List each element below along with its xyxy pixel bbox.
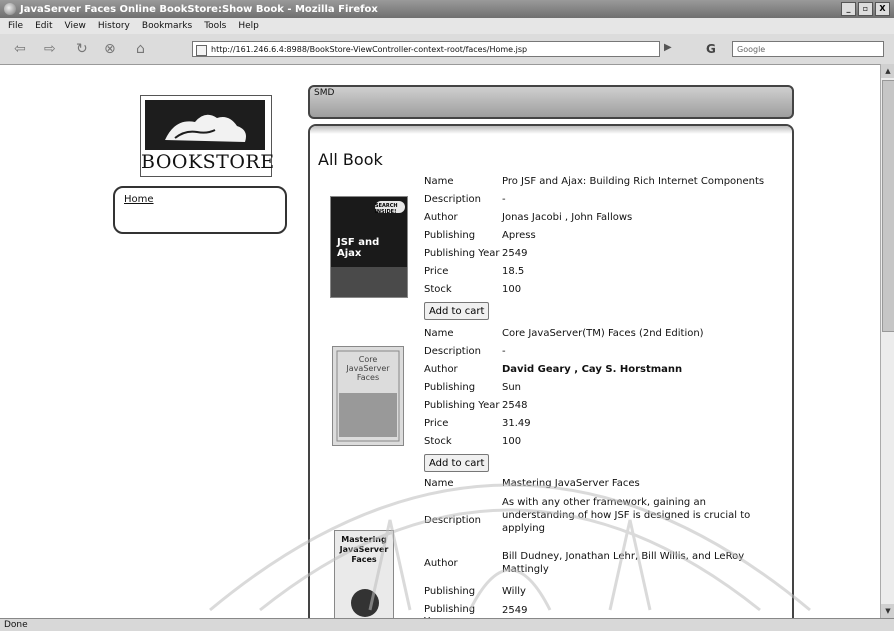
book-stock: 100 — [502, 436, 522, 447]
description-label: Description — [424, 346, 481, 357]
name-label: Name — [424, 176, 454, 187]
book-name: Core JavaServer(TM) Faces (2nd Edition) — [502, 328, 704, 339]
book-publishing-year: 2549 — [502, 248, 528, 259]
book-publishing-year: 2549 — [502, 605, 528, 616]
top-banner: SMD — [308, 85, 794, 119]
page-title: All Book — [318, 150, 383, 169]
go-icon[interactable]: ▶ — [664, 42, 678, 56]
book-list-panel: All Book SEARCH INSIDE! JSF and Ajax Nam… — [308, 124, 794, 620]
book-description: - — [502, 346, 506, 357]
book-stock: 100 — [502, 284, 522, 295]
publishing-label: Publishing — [424, 230, 476, 241]
forward-icon[interactable]: ⇨ — [44, 40, 56, 58]
home-icon[interactable]: ⌂ — [136, 40, 145, 58]
firefox-icon — [4, 3, 16, 15]
menu-file[interactable]: File — [8, 21, 23, 31]
window-titlebar: JavaServer Faces Online BookStore:Show B… — [0, 0, 894, 18]
stock-label: Stock — [424, 284, 452, 295]
window-controls: _ ▫ X — [841, 2, 890, 16]
url-text: http://161.246.6.4:8988/BookStore-ViewCo… — [211, 45, 528, 54]
book-publishing: Sun — [502, 382, 522, 393]
add-to-cart-button[interactable]: Add to cart — [424, 454, 490, 472]
add-to-cart-button[interactable]: Add to cart — [424, 302, 490, 320]
menu-help[interactable]: Help — [238, 21, 259, 31]
bookstore-logo: BOOKSTORE — [140, 95, 275, 177]
book-cover-image: Core JavaServer Faces — [332, 346, 404, 446]
publishing-label: Publishing — [424, 382, 476, 393]
cover-title: JSF and Ajax — [337, 237, 380, 259]
book-details: Name Pro JSF and Ajax: Building Rich Inte… — [424, 174, 764, 320]
author-label: Author — [424, 212, 458, 223]
menu-tools[interactable]: Tools — [204, 21, 226, 31]
search-engine-icon[interactable]: G — [706, 42, 716, 56]
publishing-year-label: Publishing Year — [424, 400, 500, 411]
book-description: As with any other framework, gaining an … — [502, 497, 751, 534]
scroll-thumb[interactable] — [882, 80, 894, 332]
cover-title: Core JavaServer Faces — [346, 355, 390, 382]
banner-label: SMD — [314, 88, 335, 98]
book-publishing-year: 2548 — [502, 400, 528, 411]
book-price: 31.49 — [502, 418, 531, 429]
book-cover-image: SEARCH INSIDE! JSF and Ajax — [330, 196, 408, 298]
stop-icon[interactable]: ⊗ — [104, 40, 116, 58]
menu-history[interactable]: History — [98, 21, 130, 31]
cover-badge: SEARCH INSIDE! — [375, 203, 398, 215]
book-author: Jonas Jacobi , John Fallows — [502, 212, 633, 223]
minimize-button[interactable]: _ — [841, 2, 856, 16]
menu-view[interactable]: View — [65, 21, 86, 31]
book-publishing: Apress — [502, 230, 536, 241]
book-name: Mastering JavaServer Faces — [502, 478, 640, 489]
window-title: JavaServer Faces Online BookStore:Show B… — [20, 3, 378, 15]
lion-logo-icon — [145, 100, 265, 150]
scroll-up-icon[interactable]: ▲ — [881, 64, 894, 78]
status-text: Done — [4, 620, 28, 630]
book-price: 18.5 — [502, 266, 525, 277]
book-details: Name Core JavaServer(TM) Faces (2nd Editi… — [424, 326, 704, 472]
maximize-button[interactable]: ▫ — [858, 2, 873, 16]
logo-text: BOOKSTORE — [141, 151, 275, 173]
description-label: Description — [424, 515, 481, 526]
menu-bookmarks[interactable]: Bookmarks — [142, 21, 192, 31]
publishing-label: Publishing — [424, 586, 476, 597]
menu-edit[interactable]: Edit — [35, 21, 52, 31]
page-icon — [196, 45, 207, 56]
publishing-year-label: Publishing Year — [424, 248, 500, 259]
url-input[interactable]: http://161.246.6.4:8988/BookStore-ViewCo… — [192, 41, 660, 57]
panel-header-strip — [310, 126, 792, 134]
scroll-down-icon[interactable]: ▼ — [881, 604, 894, 618]
reload-icon[interactable]: ↻ — [76, 40, 88, 58]
book-author: Bill Dudney, Jonathan Lehr, Bill Willis,… — [502, 551, 745, 575]
book-name: Pro JSF and Ajax: Building Rich Internet… — [502, 176, 765, 187]
vertical-scrollbar[interactable]: ▲ ▼ — [880, 64, 894, 618]
back-icon[interactable]: ⇦ — [14, 40, 26, 58]
description-label: Description — [424, 194, 481, 205]
author-label: Author — [424, 558, 458, 569]
book-description: - — [502, 194, 506, 205]
home-link[interactable]: Home — [124, 194, 154, 205]
search-input[interactable]: Google — [732, 41, 884, 57]
price-label: Price — [424, 266, 449, 277]
author-label: Author — [424, 364, 458, 375]
status-bar: Done — [0, 618, 894, 631]
navigation-toolbar: ⇦ ⇨ ↻ ⊗ ⌂ http://161.246.6.4:8988/BookSt… — [0, 34, 894, 65]
menu-bar: File Edit View History Bookmarks Tools H… — [0, 18, 894, 34]
book-cover-image: Mastering JavaServer Faces — [334, 530, 394, 620]
name-label: Name — [424, 328, 454, 339]
book-publishing: Willy — [502, 586, 526, 597]
close-button[interactable]: X — [875, 2, 890, 16]
book-author: David Geary , Cay S. Horstmann — [502, 364, 683, 375]
sidebar-nav: Home — [113, 186, 287, 234]
cover-title: Mastering JavaServer Faces — [339, 535, 389, 564]
price-label: Price — [424, 418, 449, 429]
name-label: Name — [424, 478, 454, 489]
stock-label: Stock — [424, 436, 452, 447]
